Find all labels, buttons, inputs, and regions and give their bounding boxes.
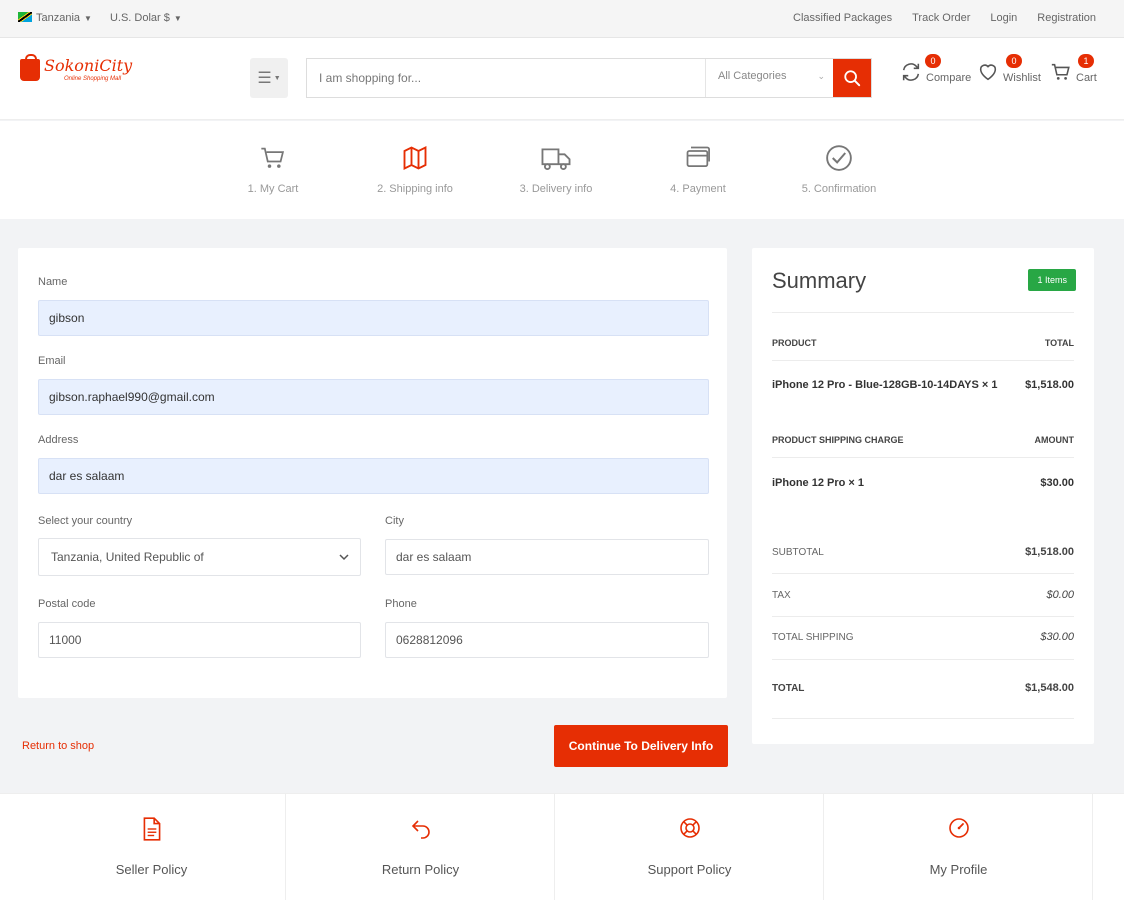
table-row: iPhone 12 Pro × 1 $30.00 [772,477,1074,489]
search-input[interactable] [307,59,705,97]
shipping-amount: $30.00 [1040,477,1074,489]
step-shipping-info[interactable]: 2. Shipping info [350,141,480,195]
step-payment[interactable]: 4. Payment [633,141,763,195]
divider [772,659,1074,660]
total-shipping-row: TOTAL SHIPPING $30.00 [772,631,1074,643]
step-confirmation[interactable]: 5. Confirmation [774,141,904,195]
my-profile-link[interactable]: My Profile [825,794,1093,900]
email-input[interactable] [38,379,709,415]
support-policy-link[interactable]: Support Policy [556,794,824,900]
cart-icon [1051,63,1070,80]
document-icon [143,817,160,841]
return-policy-link[interactable]: Return Policy [287,794,555,900]
compare-button[interactable]: 0 Compare [900,54,971,84]
compare-count-badge: 0 [925,54,941,68]
name-input[interactable] [38,300,709,336]
country-label: Select your country [38,515,133,527]
divider [772,457,1074,458]
map-icon [403,145,427,171]
name-label: Name [38,276,68,288]
chevron-down-icon: ⌄ [817,71,825,81]
product-name: iPhone 12 Pro - Blue-128GB-10-14DAYS × 1 [772,379,998,391]
items-count-badge: 1 Items [1028,269,1076,291]
country-selector[interactable]: Tanzania ▼ [18,12,92,24]
logo[interactable]: SokoniCity Online Shopping Mall [20,54,132,82]
category-select[interactable]: All Categories ⌄ [705,59,833,97]
shipping-product-name: iPhone 12 Pro × 1 [772,477,865,489]
heart-icon [979,64,997,81]
order-summary: Summary 1 Items PRODUCT TOTAL iPhone 12 … [752,248,1094,744]
seller-policy-link[interactable]: Seller Policy [18,794,286,900]
truck-icon [541,148,571,170]
address-label: Address [38,434,79,446]
city-input[interactable] [385,539,709,575]
total-row: TOTAL $1,548.00 [772,682,1074,694]
currency-selector[interactable]: U.S. Dolar $ ▼ [110,12,182,24]
header: SokoniCity Online Shopping Mall ☰▼ All C… [0,38,1124,120]
top-bar: Tanzania ▼ U.S. Dolar $ ▼ Classified Packa… [0,0,1124,38]
shipping-table-header: PRODUCT SHIPPING CHARGE AMOUNT [772,435,1074,445]
divider [772,573,1074,574]
phone-input[interactable] [385,622,709,658]
table-row: iPhone 12 Pro - Blue-128GB-10-14DAYS × 1… [772,379,1074,391]
lifebuoy-icon [679,818,700,838]
classified-packages-link[interactable]: Classified Packages [793,12,892,24]
check-circle-icon [826,145,852,171]
summary-title: Summary [772,268,867,293]
wishlist-button[interactable]: 0 Wishlist [977,54,1041,84]
chevron-down-icon: ▼ [84,14,92,23]
track-order-link[interactable]: Track Order [912,12,970,24]
return-to-shop-link[interactable]: Return to shop [22,740,94,752]
search-button[interactable] [833,59,871,97]
chevron-down-icon: ▼ [273,74,281,82]
wishlist-count-badge: 0 [1006,54,1022,68]
login-link[interactable]: Login [990,12,1017,24]
checkout-steps: 1. My Cart 2. Shipping info 3. Delivery … [0,121,1124,219]
country-select[interactable]: Tanzania, United Republic of [38,538,361,576]
search-bar: All Categories ⌄ [306,58,872,98]
return-arrow-icon [411,820,430,839]
registration-link[interactable]: Registration [1037,12,1096,24]
policy-links: Seller Policy Return Policy Support Poli… [0,793,1124,900]
email-label: Email [38,355,66,367]
phone-label: Phone [385,598,417,610]
hamburger-icon: ☰ [257,70,272,87]
search-icon [844,70,861,87]
compare-icon [902,63,920,81]
step-my-cart[interactable]: 1. My Cart [208,141,338,195]
categories-menu-button[interactable]: ☰ ▼ [250,58,288,98]
cart-button[interactable]: 1 Cart [1050,54,1097,84]
tax-row: TAX $0.00 [772,589,1074,601]
cart-count-badge: 1 [1078,54,1094,68]
card-icon [686,146,710,168]
product-table-header: PRODUCT TOTAL [772,338,1074,348]
address-input[interactable] [38,458,709,494]
tanzania-flag-icon [18,12,32,22]
subtotal-row: SUBTOTAL $1,518.00 [772,546,1074,558]
dashboard-icon [948,818,969,838]
divider [772,616,1074,617]
shipping-form: Name Email Address Select your country T… [18,248,727,698]
continue-to-delivery-button[interactable]: Continue To Delivery Info [554,725,728,767]
shopping-bag-logo-icon [20,54,40,81]
divider [772,312,1074,313]
postal-code-input[interactable] [38,622,361,658]
city-label: City [385,515,404,527]
divider [772,360,1074,361]
product-total: $1,518.00 [1025,379,1074,391]
postal-code-label: Postal code [38,598,96,610]
divider [772,718,1074,719]
chevron-down-icon: ▼ [173,14,182,23]
cart-icon [261,147,285,168]
chevron-down-icon [338,551,350,563]
step-delivery-info[interactable]: 3. Delivery info [491,141,621,195]
